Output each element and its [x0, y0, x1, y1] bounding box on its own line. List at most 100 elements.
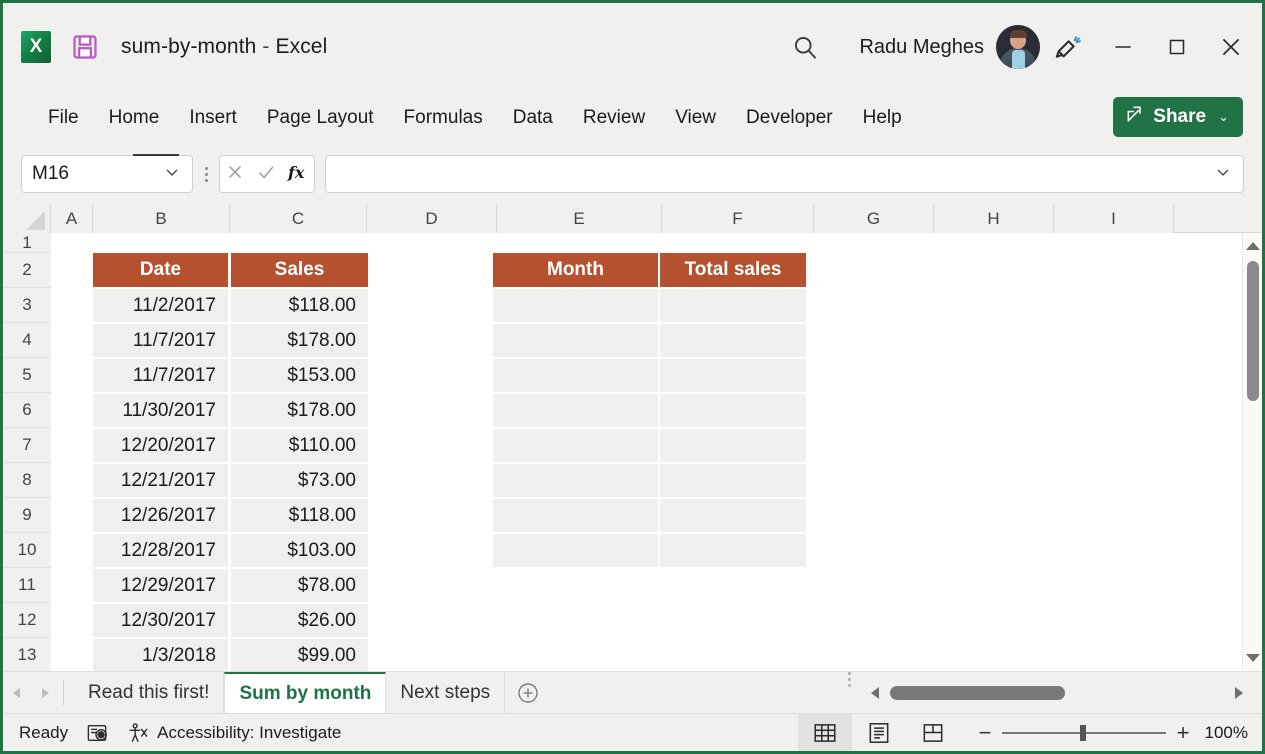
ribbon-tab-data[interactable]: Data — [498, 104, 568, 131]
accessibility-icon[interactable] — [117, 722, 157, 744]
cell-B3[interactable]: 11/2/2017 — [93, 289, 228, 322]
cell-E5[interactable] — [493, 359, 658, 392]
zoom-in-button[interactable]: + — [1166, 720, 1200, 746]
cell-F2[interactable]: Total sales — [660, 253, 806, 287]
sheet-tab-read-this-first[interactable]: Read this first! — [74, 672, 225, 713]
scroll-left-arrow-icon[interactable] — [862, 685, 890, 701]
cell-C10[interactable]: $103.00 — [231, 534, 368, 567]
cell-F8[interactable] — [660, 464, 806, 497]
horizontal-scrollbar-track[interactable] — [890, 685, 1224, 700]
cell-F5[interactable] — [660, 359, 806, 392]
row-header-4[interactable]: 4 — [3, 323, 51, 358]
document-title[interactable]: sum-by-month - Excel — [119, 35, 327, 59]
page-layout-view-icon[interactable] — [852, 714, 906, 752]
cell-C9[interactable]: $118.00 — [231, 499, 368, 532]
row-header-8[interactable]: 8 — [3, 463, 51, 498]
cell-C3[interactable]: $118.00 — [231, 289, 368, 322]
row-header-12[interactable]: 12 — [3, 603, 51, 638]
cell-B10[interactable]: 12/28/2017 — [93, 534, 228, 567]
expand-formula-bar-chevron-icon[interactable] — [1213, 162, 1233, 187]
cell-B12[interactable]: 12/30/2017 — [93, 604, 228, 637]
cell-B13[interactable]: 1/3/2018 — [93, 639, 228, 671]
column-header-C[interactable]: C — [230, 205, 367, 233]
cell-B7[interactable]: 12/20/2017 — [93, 429, 228, 462]
ribbon-tab-home[interactable]: Home — [94, 104, 175, 131]
column-header-A[interactable]: A — [51, 205, 93, 233]
row-header-2[interactable]: 2 — [3, 253, 51, 288]
sheet-tab-sum-by-month[interactable]: Sum by month — [224, 672, 387, 713]
row-header-10[interactable]: 10 — [3, 533, 51, 568]
row-header-6[interactable]: 6 — [3, 393, 51, 428]
formula-bar-overflow-dots[interactable] — [193, 166, 219, 182]
add-sheet-plus-icon[interactable] — [505, 672, 551, 713]
vertical-scrollbar[interactable] — [1242, 233, 1262, 671]
ribbon-tab-view[interactable]: View — [660, 104, 731, 131]
cell-B2[interactable]: Date — [93, 253, 228, 287]
tab-split-handle[interactable] — [836, 672, 862, 713]
zoom-out-button[interactable]: − — [968, 720, 1002, 746]
cell-E8[interactable] — [493, 464, 658, 497]
cell-B5[interactable]: 11/7/2017 — [93, 359, 228, 392]
next-sheet-arrow-icon[interactable] — [31, 672, 59, 713]
avatar[interactable] — [996, 25, 1040, 69]
column-header-G[interactable]: G — [814, 205, 934, 233]
scroll-right-arrow-icon[interactable] — [1224, 685, 1252, 701]
scroll-up-arrow-icon[interactable] — [1243, 235, 1262, 257]
row-header-1[interactable]: 1 — [3, 233, 51, 253]
cell-B11[interactable]: 12/29/2017 — [93, 569, 228, 602]
normal-view-icon[interactable] — [798, 713, 852, 751]
cell-C12[interactable]: $26.00 — [231, 604, 368, 637]
cell-B9[interactable]: 12/26/2017 — [93, 499, 228, 532]
row-header-13[interactable]: 13 — [3, 638, 51, 673]
name-box-chevron-down-icon[interactable] — [162, 162, 182, 187]
cell-B6[interactable]: 11/30/2017 — [93, 394, 228, 427]
cell-C11[interactable]: $78.00 — [231, 569, 368, 602]
page-break-preview-icon[interactable] — [906, 714, 960, 752]
cell-E4[interactable] — [493, 324, 658, 357]
name-box[interactable]: M16 — [21, 154, 193, 193]
share-button[interactable]: Share ⌄ — [1113, 97, 1243, 137]
ribbon-tab-developer[interactable]: Developer — [731, 104, 848, 131]
row-header-9[interactable]: 9 — [3, 498, 51, 533]
cell-C6[interactable]: $178.00 — [231, 394, 368, 427]
ribbon-tab-formulas[interactable]: Formulas — [389, 104, 498, 131]
cell-B4[interactable]: 11/7/2017 — [93, 324, 228, 357]
cell-F6[interactable] — [660, 394, 806, 427]
cell-E10[interactable] — [493, 534, 658, 567]
cell-C7[interactable]: $110.00 — [231, 429, 368, 462]
cell-F3[interactable] — [660, 289, 806, 322]
cell-F9[interactable] — [660, 499, 806, 532]
zoom-level-label[interactable]: 100% — [1200, 723, 1262, 743]
accessibility-status-label[interactable]: Accessibility: Investigate — [157, 723, 341, 743]
cell-C4[interactable]: $178.00 — [231, 324, 368, 357]
column-header-E[interactable]: E — [497, 205, 662, 233]
previous-sheet-arrow-icon[interactable] — [3, 672, 31, 713]
row-header-5[interactable]: 5 — [3, 358, 51, 393]
column-header-B[interactable]: B — [93, 205, 230, 233]
row-header-7[interactable]: 7 — [3, 428, 51, 463]
cell-E2[interactable]: Month — [493, 253, 658, 287]
cell-E9[interactable] — [493, 499, 658, 532]
cell-E7[interactable] — [493, 429, 658, 462]
search-icon[interactable] — [777, 17, 833, 77]
vertical-scrollbar-thumb[interactable] — [1247, 261, 1259, 401]
ribbon-tab-help[interactable]: Help — [848, 104, 917, 131]
record-macro-icon[interactable] — [68, 723, 117, 743]
cell-E6[interactable] — [493, 394, 658, 427]
cell-C2[interactable]: Sales — [231, 253, 368, 287]
cell-F10[interactable] — [660, 534, 806, 567]
horizontal-scrollbar-thumb[interactable] — [890, 685, 1065, 700]
enter-check-icon[interactable] — [255, 161, 277, 188]
cell-C8[interactable]: $73.00 — [231, 464, 368, 497]
insert-function-fx-icon[interactable]: fx — [286, 160, 310, 189]
ribbon-tab-page-layout[interactable]: Page Layout — [252, 104, 389, 131]
row-header-3[interactable]: 3 — [3, 288, 51, 323]
cell-E3[interactable] — [493, 289, 658, 322]
zoom-slider[interactable] — [1002, 724, 1166, 741]
sheet-tab-next-steps[interactable]: Next steps — [386, 672, 506, 713]
select-all-corner[interactable] — [3, 205, 51, 233]
zoom-slider-thumb[interactable] — [1080, 724, 1086, 741]
scroll-down-arrow-icon[interactable] — [1243, 647, 1262, 669]
cell-F7[interactable] — [660, 429, 806, 462]
cell-C5[interactable]: $153.00 — [231, 359, 368, 392]
